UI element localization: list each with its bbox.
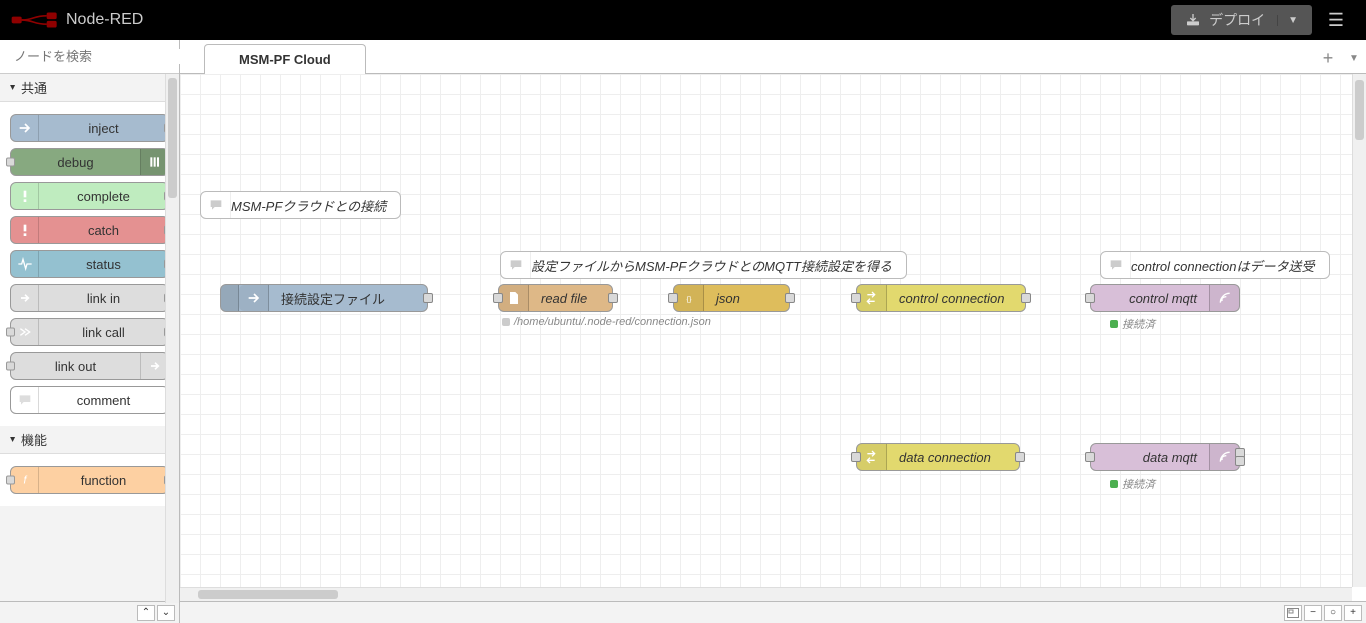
comment-node[interactable]: 設定ファイルからMSM-PFクラウドとのMQTT接続設定を得る [500, 251, 907, 279]
node-label: read file [529, 291, 612, 306]
canvas-scrollbar-horizontal[interactable] [180, 587, 1352, 601]
zoom-in-button[interactable]: + [1344, 605, 1362, 621]
comment-text: control connectionはデータ送受 [1131, 256, 1315, 275]
file-icon [499, 285, 529, 311]
node-status: 接続済 [1110, 476, 1155, 492]
node-control-mqtt[interactable]: control mqtt [1090, 284, 1240, 312]
comment-node[interactable]: MSM-PFクラウドとの接続 [200, 191, 401, 219]
comment-text: MSM-PFクラウドとの接続 [231, 196, 386, 215]
main-menu-button[interactable]: ☰ [1316, 5, 1356, 35]
chevron-down-icon: ▸ [7, 85, 18, 90]
logo: Node-RED [10, 10, 143, 30]
header: Node-RED デプロイ ▼ ☰ [0, 0, 1366, 40]
arrow-right-icon [11, 115, 39, 141]
add-tab-button[interactable]: + [1314, 43, 1342, 73]
link-out-icon [140, 353, 168, 379]
palette-node-link-out[interactable]: link out [10, 352, 169, 380]
inject-trigger-button[interactable] [221, 285, 239, 311]
node-status: /home/ubuntu/.node-red/connection.json [502, 316, 711, 328]
comment-node[interactable]: control connectionはデータ送受 [1100, 251, 1330, 279]
node-control-connection[interactable]: control connection [856, 284, 1026, 312]
app-title: Node-RED [66, 11, 143, 29]
palette-node-status[interactable]: status [10, 250, 169, 278]
category-function[interactable]: ▸ 機能 [0, 426, 179, 454]
palette-node-comment[interactable]: comment [10, 386, 169, 414]
chevron-down-icon: ▸ [7, 437, 18, 442]
collapse-down-button[interactable]: ⌄ [157, 605, 175, 621]
node-data-connection[interactable]: data connection [856, 443, 1020, 471]
node-label: data connection [887, 450, 1019, 465]
link-call-icon [11, 319, 39, 345]
nodered-logo-icon [10, 10, 60, 30]
node-label: control connection [887, 291, 1025, 306]
search-input[interactable] [14, 49, 190, 64]
deploy-button[interactable]: デプロイ ▼ [1171, 5, 1312, 35]
canvas[interactable]: MSM-PFクラウドとの接続 設定ファイルからMSM-PFクラウドとのMQTT接… [180, 74, 1366, 601]
link-in-icon [11, 285, 39, 311]
navigator-button[interactable] [1284, 605, 1302, 621]
palette-sidebar: ▸ 共通 inject debug complete catch [0, 40, 180, 623]
arrow-right-icon [239, 285, 269, 311]
comment-icon [11, 387, 39, 413]
comment-icon [201, 192, 231, 218]
palette-node-complete[interactable]: complete [10, 182, 169, 210]
tab-flow[interactable]: MSM-PF Cloud [204, 44, 366, 74]
chevron-down-icon: ▼ [1277, 15, 1298, 26]
alert-icon [11, 217, 39, 243]
debug-icon [140, 149, 168, 175]
node-label: data mqtt [1091, 450, 1209, 465]
svg-text:{}: {} [686, 294, 691, 303]
palette-search[interactable] [0, 40, 179, 74]
node-label: json [704, 291, 789, 306]
node-label: 接続設定ファイル [269, 289, 427, 308]
category-common[interactable]: ▸ 共通 [0, 74, 179, 102]
palette-scrollbar[interactable] [165, 74, 179, 603]
workspace: MSM-PF Cloud + ▼ MSM-PFクラウドとの接続 [180, 40, 1366, 623]
tab-bar: MSM-PF Cloud + ▼ [180, 40, 1366, 74]
node-data-mqtt[interactable]: data mqtt [1090, 443, 1240, 471]
canvas-scrollbar-vertical[interactable] [1352, 74, 1366, 587]
comment-text: 設定ファイルからMSM-PFクラウドとのMQTT接続設定を得る [531, 256, 892, 275]
category-label: 機能 [21, 430, 47, 449]
palette-footer: ⌃ ⌄ [0, 601, 179, 623]
palette-node-inject[interactable]: inject [10, 114, 169, 142]
tab-menu-button[interactable]: ▼ [1342, 43, 1366, 73]
deploy-icon [1185, 12, 1201, 28]
collapse-up-button[interactable]: ⌃ [137, 605, 155, 621]
alert-icon [11, 183, 39, 209]
node-status: 接続済 [1110, 316, 1155, 332]
category-label: 共通 [21, 78, 47, 97]
zoom-reset-button[interactable]: ○ [1324, 605, 1342, 621]
node-json[interactable]: {} json [673, 284, 790, 312]
mqtt-icon [1209, 285, 1239, 311]
svg-text:f: f [23, 474, 27, 486]
node-inject[interactable]: 接続設定ファイル [220, 284, 428, 312]
function-icon: f [11, 467, 39, 493]
zoom-out-button[interactable]: − [1304, 605, 1322, 621]
activity-icon [11, 251, 39, 277]
comment-icon [1101, 252, 1131, 278]
palette-node-debug[interactable]: debug [10, 148, 169, 176]
switch-icon [857, 285, 887, 311]
switch-icon [857, 444, 887, 470]
comment-icon [501, 252, 531, 278]
node-label: control mqtt [1091, 291, 1209, 306]
palette-node-function[interactable]: f function [10, 466, 169, 494]
node-read-file[interactable]: read file [498, 284, 613, 312]
palette-node-link-in[interactable]: link in [10, 284, 169, 312]
palette-node-catch[interactable]: catch [10, 216, 169, 244]
workspace-footer: − ○ + [180, 601, 1366, 623]
palette-node-link-call[interactable]: link call [10, 318, 169, 346]
json-icon: {} [674, 285, 704, 311]
